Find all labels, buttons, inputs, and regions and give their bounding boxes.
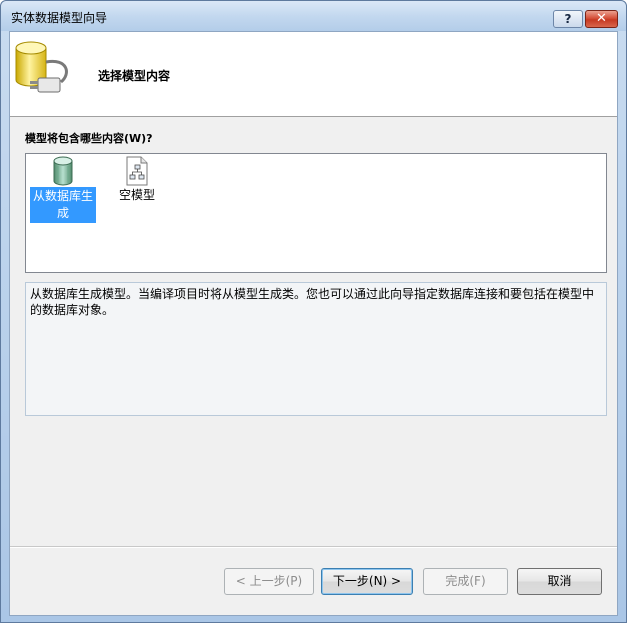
wizard-header: 选择模型内容 xyxy=(10,32,617,117)
footer-divider xyxy=(10,546,617,548)
close-button[interactable]: ✕ xyxy=(585,10,618,28)
model-template-list[interactable]: 从数据库生成 空模型 xyxy=(25,153,607,273)
database-icon xyxy=(53,156,73,186)
help-button[interactable]: ? xyxy=(553,10,583,28)
empty-model-icon xyxy=(126,156,148,186)
wizard-window: 实体数据模型向导 ? ✕ 选择模型内容 模型将包含哪些内容(W)? 从数据库生成… xyxy=(0,0,627,623)
previous-button[interactable]: < 上一步(P) xyxy=(224,568,314,595)
wizard-body: 选择模型内容 模型将包含哪些内容(W)? 从数据库生成 空模型 从数据库生成模型… xyxy=(9,31,618,616)
title-bar[interactable]: 实体数据模型向导 ? ✕ xyxy=(1,1,626,31)
list-item-label: 空模型 xyxy=(118,188,155,202)
model-contents-label: 模型将包含哪些内容(W)? xyxy=(25,132,153,145)
list-item-label: 从数据库生成 xyxy=(30,187,96,223)
database-plug-icon xyxy=(15,41,68,93)
description-box: 从数据库生成模型。当编译项目时将从模型生成类。您也可以通过此向导指定数据库连接和… xyxy=(25,282,607,416)
next-button[interactable]: 下一步(N) > xyxy=(321,568,413,595)
finish-button[interactable]: 完成(F) xyxy=(423,568,508,595)
list-item-empty-model[interactable]: 空模型 xyxy=(118,156,156,204)
page-title: 选择模型内容 xyxy=(98,69,171,83)
cancel-button[interactable]: 取消 xyxy=(517,568,602,595)
window-title: 实体数据模型向导 xyxy=(11,11,108,25)
list-item-generate-from-database[interactable]: 从数据库生成 xyxy=(30,156,96,223)
